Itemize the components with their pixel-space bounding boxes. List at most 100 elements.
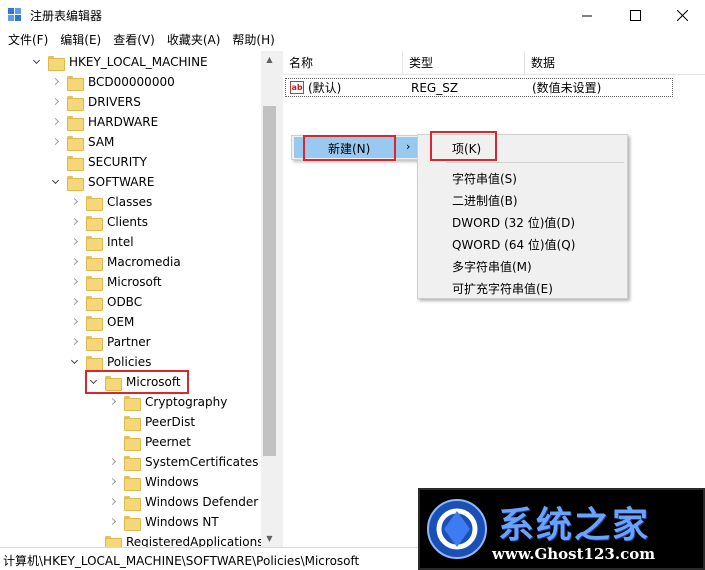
tree-item[interactable]: Windows NT xyxy=(108,512,221,532)
menu-file[interactable]: 文件(F) xyxy=(0,30,54,50)
chevron-right-icon[interactable] xyxy=(70,237,80,247)
tree-item[interactable]: Peernet xyxy=(108,432,193,452)
tree-item[interactable]: Cryptography xyxy=(108,392,229,412)
tree-item-label: Peernet xyxy=(145,435,191,449)
value-list[interactable]: 名称 类型 数据 ab (默认) REG_SZ (数值未设置) xyxy=(283,51,705,547)
registry-tree[interactable]: HKEY_LOCAL_MACHINE BCD00000000 DRIVERS HARD… xyxy=(0,51,278,547)
chevron-down-icon[interactable] xyxy=(51,177,61,187)
folder-icon xyxy=(86,295,103,311)
tree-scrollbar[interactable]: ▲ ▼ xyxy=(261,51,278,547)
menu-view[interactable]: 查看(V) xyxy=(107,30,161,50)
chevron-right-icon[interactable] xyxy=(70,197,80,207)
tree-item[interactable]: Clients xyxy=(70,212,150,232)
tree-item-label: Microsoft xyxy=(126,375,181,389)
tree-item-label: Windows NT xyxy=(145,515,219,529)
folder-icon xyxy=(124,475,141,491)
folder-icon xyxy=(67,115,84,131)
submenu-item-dword[interactable]: DWORD (32 位)值(D) xyxy=(452,214,575,231)
menu-bar: 文件(F) 编辑(E) 查看(V) 收藏夹(A) 帮助(H) xyxy=(0,30,705,50)
string-value-icon: ab xyxy=(290,81,304,94)
chevron-right-icon[interactable] xyxy=(70,317,80,327)
tree-item[interactable]: SystemCertificates xyxy=(108,452,260,472)
folder-icon xyxy=(124,395,141,411)
close-icon xyxy=(676,9,688,21)
folder-icon xyxy=(86,355,103,371)
scroll-up-icon[interactable]: ▲ xyxy=(261,51,278,68)
chevron-right-icon[interactable] xyxy=(51,97,61,107)
scroll-thumb[interactable] xyxy=(263,106,276,456)
tree-item-label: SECURITY xyxy=(88,155,147,169)
tree-item[interactable]: RegisteredApplications xyxy=(89,532,265,547)
list-header: 名称 类型 数据 xyxy=(283,51,705,75)
tree-item[interactable]: PeerDist xyxy=(108,412,197,432)
registry-editor-icon xyxy=(8,8,21,21)
chevron-down-icon[interactable] xyxy=(89,377,99,387)
tree-item-label: Partner xyxy=(107,335,151,349)
chevron-right-icon[interactable] xyxy=(51,117,61,127)
tree-item[interactable]: Microsoft xyxy=(85,370,189,394)
tree-item[interactable]: HARDWARE xyxy=(51,112,160,132)
column-type-header[interactable]: 类型 xyxy=(403,51,525,75)
tree-item[interactable]: SAM xyxy=(51,132,116,152)
tree-item[interactable]: Partner xyxy=(70,332,153,352)
chevron-right-icon[interactable] xyxy=(70,277,80,287)
tree-item-label: Clients xyxy=(107,215,148,229)
chevron-right-icon[interactable] xyxy=(70,297,80,307)
chevron-down-icon[interactable] xyxy=(32,57,42,67)
tree-item[interactable]: Policies xyxy=(70,352,153,372)
chevron-right-icon[interactable] xyxy=(108,517,118,527)
chevron-right-icon[interactable] xyxy=(51,137,61,147)
tree-item[interactable]: ODBC xyxy=(70,292,144,312)
minimize-button[interactable] xyxy=(564,0,610,30)
folder-icon xyxy=(86,315,103,331)
tree-item-label: SystemCertificates xyxy=(145,455,259,469)
tree-item[interactable]: SOFTWARE xyxy=(51,172,156,192)
tree-item[interactable]: OEM xyxy=(70,312,136,332)
submenu-item-string[interactable]: 字符串值(S) xyxy=(452,170,517,187)
tree-item[interactable]: SECURITY xyxy=(51,152,149,172)
submenu-item-qword[interactable]: QWORD (64 位)值(Q) xyxy=(452,236,575,253)
tree-item[interactable]: Windows Defender xyxy=(108,492,260,512)
folder-icon xyxy=(124,415,141,431)
submenu-item-multistring[interactable]: 多字符串值(M) xyxy=(452,258,532,275)
tree-item[interactable]: DRIVERS xyxy=(51,92,143,112)
title-bar: 注册表编辑器 xyxy=(0,0,705,30)
tree-item[interactable]: Windows xyxy=(108,472,201,492)
chevron-down-icon[interactable] xyxy=(70,357,80,367)
chevron-right-icon[interactable] xyxy=(51,77,61,87)
folder-icon xyxy=(124,495,141,511)
tree-item[interactable]: Macromedia xyxy=(70,252,183,272)
menu-favorites[interactable]: 收藏夹(A) xyxy=(161,30,227,50)
folder-icon xyxy=(86,235,103,251)
list-item[interactable]: ab (默认) REG_SZ (数值未设置) xyxy=(285,78,673,97)
tree-item-label: Intel xyxy=(107,235,134,249)
menu-help[interactable]: 帮助(H) xyxy=(226,30,280,50)
tree-item[interactable]: Classes xyxy=(70,192,154,212)
chevron-right-icon[interactable] xyxy=(70,217,80,227)
folder-icon xyxy=(124,435,141,451)
tree-item[interactable]: HKEY_LOCAL_MACHINE xyxy=(32,52,210,72)
column-data-header[interactable]: 数据 xyxy=(525,51,705,75)
tree-item[interactable]: Intel xyxy=(70,232,136,252)
chevron-right-icon[interactable] xyxy=(70,337,80,347)
tree-item[interactable]: BCD00000000 xyxy=(51,72,177,92)
chevron-right-icon[interactable] xyxy=(108,397,118,407)
annotation-highlight-key xyxy=(430,131,497,161)
maximize-button[interactable] xyxy=(612,0,658,30)
column-name-header[interactable]: 名称 xyxy=(283,51,403,75)
chevron-right-icon[interactable] xyxy=(108,497,118,507)
chevron-right-icon[interactable] xyxy=(70,257,80,267)
menu-edit[interactable]: 编辑(E) xyxy=(54,30,107,50)
tree-item-label: Windows xyxy=(145,475,199,489)
tree-item-label: Cryptography xyxy=(145,395,228,409)
submenu-item-expandstring[interactable]: 可扩充字符串值(E) xyxy=(452,280,553,297)
submenu-item-binary[interactable]: 二进制值(B) xyxy=(452,192,518,209)
chevron-right-icon[interactable] xyxy=(108,457,118,467)
folder-icon xyxy=(86,335,103,351)
tree-item-label: HARDWARE xyxy=(88,115,159,129)
close-button[interactable] xyxy=(659,0,705,30)
scroll-down-icon[interactable]: ▼ xyxy=(261,530,278,547)
chevron-right-icon[interactable] xyxy=(108,477,118,487)
tree-item-label: Classes xyxy=(107,195,153,209)
tree-item[interactable]: Microsoft xyxy=(70,272,164,292)
